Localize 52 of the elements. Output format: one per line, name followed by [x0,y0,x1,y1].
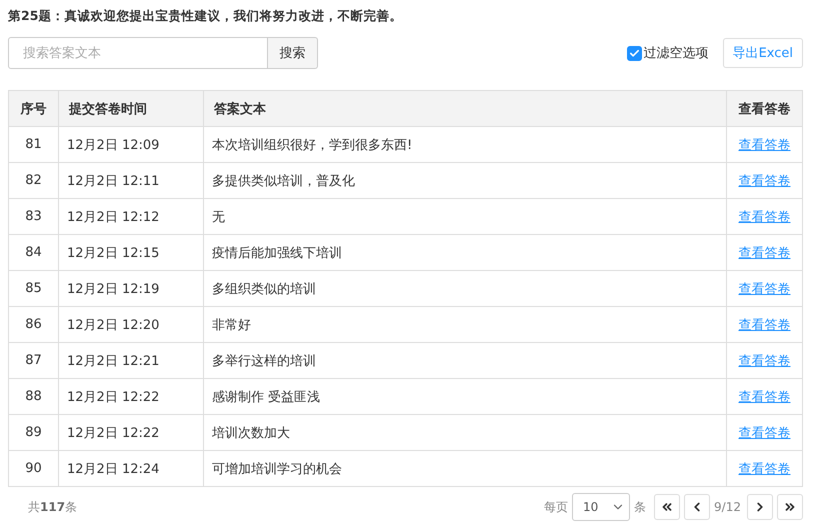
checkmark-icon [628,48,640,58]
table-cell: 85 [8,270,58,306]
table-cell: 86 [8,306,58,342]
table-cell: 12月2日 12:19 [58,270,204,306]
table-cell: 82 [8,162,58,198]
table-cell: 可增加培训学习的机会 [204,450,726,486]
column-header: 答案文本 [204,90,726,126]
column-header: 序号 [8,90,58,126]
table-cell: 非常好 [204,306,726,342]
table-cell: 无 [204,198,726,234]
table-cell: 12月2日 12:24 [58,450,204,486]
table-cell: 本次培训组织很好，学到很多东西! [204,126,726,162]
per-page-select[interactable]: 10 [572,493,630,521]
search-field[interactable]: 搜索答案文本 [8,37,268,69]
table-cell: 89 [8,414,58,450]
page-indicator: 9/12 [714,500,741,514]
total-count: 共117条 [28,498,78,516]
first-page-button[interactable] [654,494,680,520]
table-cell: 12月2日 12:21 [58,342,204,378]
checkbox[interactable] [626,46,642,60]
column-header: 查看答卷 [726,90,802,126]
table-cell: 多举行这样的培训 [204,342,726,378]
search-button[interactable]: 搜索 [268,37,318,69]
table-cell: 87 [8,342,58,378]
previous-page-button[interactable] [684,494,710,520]
table-cell: 感谢制作 受益匪浅 [204,378,726,414]
table-cell: 12月2日 12:22 [58,378,204,414]
table-cell: 疫情后能加强线下培训 [204,234,726,270]
table-cell: 12月2日 12:11 [58,162,204,198]
table-cell: 多提供类似培训，普及化 [204,162,726,198]
export-button[interactable]: 导出Excel [722,38,803,68]
column-header: 提交答卷时间 [58,90,204,126]
table-cell: 90 [8,450,58,486]
next-page-button[interactable] [747,494,773,520]
double-chevron-right-icon [783,500,797,514]
table-cell: 12月2日 12:22 [58,414,204,450]
question-title: 第25题：真诚欢迎您提出宝贵性建议，我们将努力改进，不断完善。 [8,7,404,25]
table-cell: 12月2日 12:09 [58,126,204,162]
per-page-unit: 条 [634,498,646,516]
table-cell: 12月2日 12:15 [58,234,204,270]
table-cell: 83 [8,198,58,234]
table-cell: 12月2日 12:20 [58,306,204,342]
table-cell: 培训次数加大 [204,414,726,450]
per-page-label: 每页 [544,498,568,516]
table-cell: 81 [8,126,58,162]
table-cell: 12月2日 12:12 [58,198,204,234]
checkbox-label: 过滤空选项 [644,45,709,62]
table-cell: 多组织类似的培训 [204,270,726,306]
table-cell: 84 [8,234,58,270]
table-cell: 88 [8,378,58,414]
double-chevron-left-icon [660,500,674,514]
last-page-button[interactable] [777,494,803,520]
